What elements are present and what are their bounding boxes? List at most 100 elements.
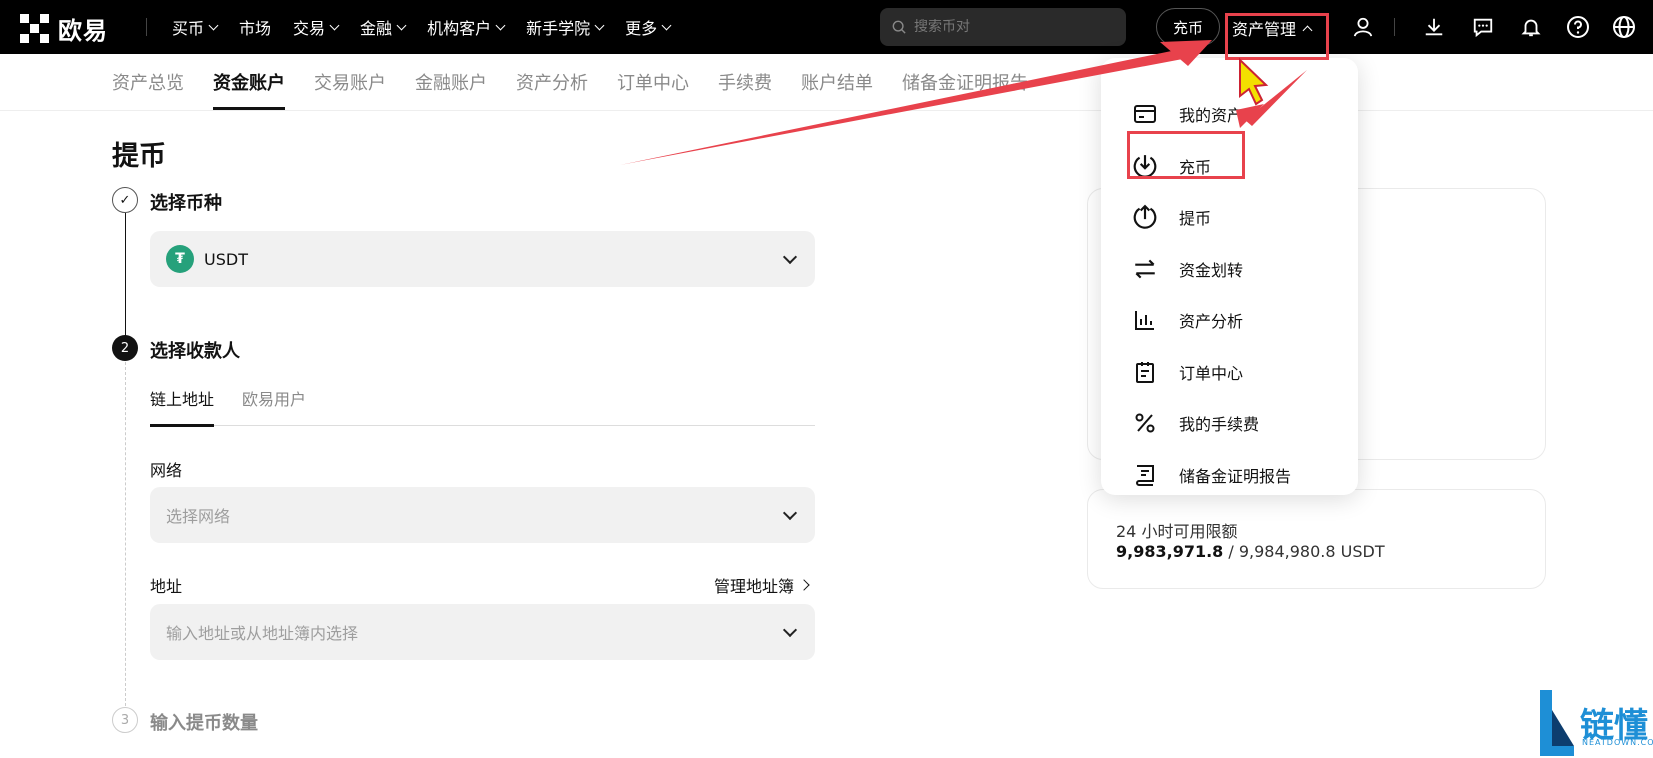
chevron-down-icon xyxy=(594,20,605,30)
top-bar: 欧易 买币 市场 交易 金融 机构客户 新手学院 更多 充币 资产管理 xyxy=(0,0,1653,54)
chevron-right-icon xyxy=(798,579,810,591)
manage-address-book-link[interactable]: 管理地址簿 xyxy=(714,573,810,597)
subnav-tab-statements[interactable]: 账户结单 xyxy=(801,54,873,110)
network-label: 网络 xyxy=(150,461,183,480)
menu-item-label: 我的手续费 xyxy=(1179,415,1260,434)
chevron-down-icon xyxy=(782,249,798,264)
transfer-arrows-icon xyxy=(1131,255,1159,283)
menu-item-label: 订单中心 xyxy=(1179,364,1244,383)
menu-item-my-fees[interactable]: 我的手续费 xyxy=(1131,403,1259,443)
nav-label: 交易 xyxy=(293,19,326,38)
chevron-down-icon xyxy=(661,20,672,30)
subnav-tab-funding-account[interactable]: 资金账户 xyxy=(213,54,285,110)
asset-management-dropdown: 我的资产 充币 提币 资金划转 资产分析 订单中心 我的手续费 储备金证明报告 xyxy=(1101,58,1358,495)
nav-institutional[interactable]: 机构客户 xyxy=(427,15,506,39)
limit-card: 24 小时可用限额 9,983,971.8 / 9,984,980.8 USDT xyxy=(1087,489,1546,589)
brand-logo[interactable]: 欧易 xyxy=(20,11,108,46)
nav-trade[interactable]: 交易 xyxy=(293,15,340,39)
network-placeholder: 选择网络 xyxy=(166,507,231,526)
limit-value: 9,983,971.8 / 9,984,980.8 USDT xyxy=(1116,542,1385,561)
chevron-down-icon xyxy=(495,20,506,30)
nav-finance[interactable]: 金融 xyxy=(360,15,407,39)
step-connector xyxy=(125,362,126,706)
subnav-tab-order-center[interactable]: 订单中心 xyxy=(617,54,689,110)
highlight-box-asset-management xyxy=(1225,13,1329,60)
network-select[interactable]: 选择网络 xyxy=(150,487,815,543)
user-icon[interactable] xyxy=(1349,13,1377,41)
account-subnav: 资产总览 资金账户 交易账户 金融账户 资产分析 订单中心 手续费 账户结单 储… xyxy=(112,54,1028,110)
chevron-down-icon xyxy=(782,505,798,520)
tab-okx-user[interactable]: 欧易用户 xyxy=(242,386,306,426)
nav-label: 买币 xyxy=(172,19,205,38)
step-1-check-icon: ✓ xyxy=(112,187,138,213)
step-connector xyxy=(125,213,126,349)
menu-item-proof-of-reserves[interactable]: 储备金证明报告 xyxy=(1131,455,1291,495)
search-box[interactable] xyxy=(880,8,1126,46)
limit-title: 24 小时可用限额 xyxy=(1116,522,1238,541)
menu-item-my-assets[interactable]: 我的资产 xyxy=(1131,94,1243,134)
tab-onchain-address[interactable]: 链上地址 xyxy=(150,386,215,427)
divider xyxy=(0,110,1653,111)
menu-item-label: 提币 xyxy=(1179,209,1212,228)
chat-icon[interactable] xyxy=(1469,13,1497,41)
nav-buy-crypto[interactable]: 买币 xyxy=(172,15,219,39)
nav-label: 市场 xyxy=(239,19,272,38)
nav-learn[interactable]: 新手学院 xyxy=(526,15,605,39)
menu-item-withdraw[interactable]: 提币 xyxy=(1131,197,1211,237)
nav-markets[interactable]: 市场 xyxy=(239,15,271,39)
okx-logo-icon xyxy=(20,13,50,44)
card-icon xyxy=(1131,100,1159,128)
nav-label: 金融 xyxy=(360,19,393,38)
subnav-tab-fees[interactable]: 手续费 xyxy=(718,54,772,110)
subnav-tab-trading-account[interactable]: 交易账户 xyxy=(314,54,386,110)
chevron-down-icon xyxy=(782,622,798,637)
search-icon xyxy=(892,20,906,34)
subnav-tab-overview[interactable]: 资产总览 xyxy=(112,54,184,110)
upload-circle-icon xyxy=(1131,203,1159,231)
step-2-number: 2 xyxy=(112,335,138,361)
address-label: 地址 xyxy=(150,577,183,596)
menu-item-transfer[interactable]: 资金划转 xyxy=(1131,249,1243,289)
page-title: 提币 xyxy=(112,141,166,172)
subnav-tab-asset-analysis[interactable]: 资产分析 xyxy=(516,54,588,110)
search-input[interactable] xyxy=(914,19,1114,35)
menu-item-label: 储备金证明报告 xyxy=(1179,467,1292,486)
report-icon xyxy=(1131,461,1159,489)
download-icon[interactable] xyxy=(1420,13,1448,41)
coin-value: USDT xyxy=(204,249,248,269)
step-1-title: 选择币种 xyxy=(150,193,222,214)
bar-chart-icon xyxy=(1131,306,1159,334)
watermark-subtext: NEATDOWN.COM xyxy=(1582,738,1653,747)
address-select[interactable]: 输入地址或从地址簿内选择 xyxy=(150,604,815,660)
chevron-down-icon xyxy=(208,20,219,30)
usdt-coin-icon: ₮ xyxy=(166,245,194,273)
address-placeholder: 输入地址或从地址簿内选择 xyxy=(166,624,359,643)
nav-label: 更多 xyxy=(625,19,658,38)
top-nav: 买币 市场 交易 金融 机构客户 新手学院 更多 xyxy=(172,0,672,54)
menu-item-label: 资产分析 xyxy=(1179,312,1244,331)
globe-icon[interactable] xyxy=(1610,13,1638,41)
step-3-title: 输入提币数量 xyxy=(150,713,258,734)
brand-name: 欧易 xyxy=(58,17,108,45)
percent-icon xyxy=(1131,409,1159,437)
deposit-button[interactable]: 充币 xyxy=(1156,8,1220,46)
help-icon[interactable] xyxy=(1564,13,1592,41)
bell-icon[interactable] xyxy=(1517,13,1545,41)
subnav-tab-proof-of-reserves[interactable]: 储备金证明报告 xyxy=(902,54,1028,110)
divider xyxy=(146,18,147,36)
subnav-tab-finance-account[interactable]: 金融账户 xyxy=(415,54,487,110)
chevron-down-icon xyxy=(329,20,340,30)
highlight-box-deposit xyxy=(1127,131,1245,179)
menu-item-asset-analysis[interactable]: 资产分析 xyxy=(1131,300,1243,340)
clipboard-icon xyxy=(1131,358,1159,386)
recipient-tabs: 链上地址 欧易用户 xyxy=(150,386,815,427)
step-2-title: 选择收款人 xyxy=(150,341,240,362)
nav-more[interactable]: 更多 xyxy=(625,15,672,39)
divider xyxy=(1394,18,1395,36)
menu-item-label: 资金划转 xyxy=(1179,261,1244,280)
nav-label: 新手学院 xyxy=(526,19,591,38)
coin-select[interactable]: ₮ USDT xyxy=(150,231,815,287)
nav-label: 机构客户 xyxy=(427,19,492,38)
menu-item-order-center[interactable]: 订单中心 xyxy=(1131,352,1243,392)
limit-used: 9,983,971.8 xyxy=(1116,542,1224,561)
